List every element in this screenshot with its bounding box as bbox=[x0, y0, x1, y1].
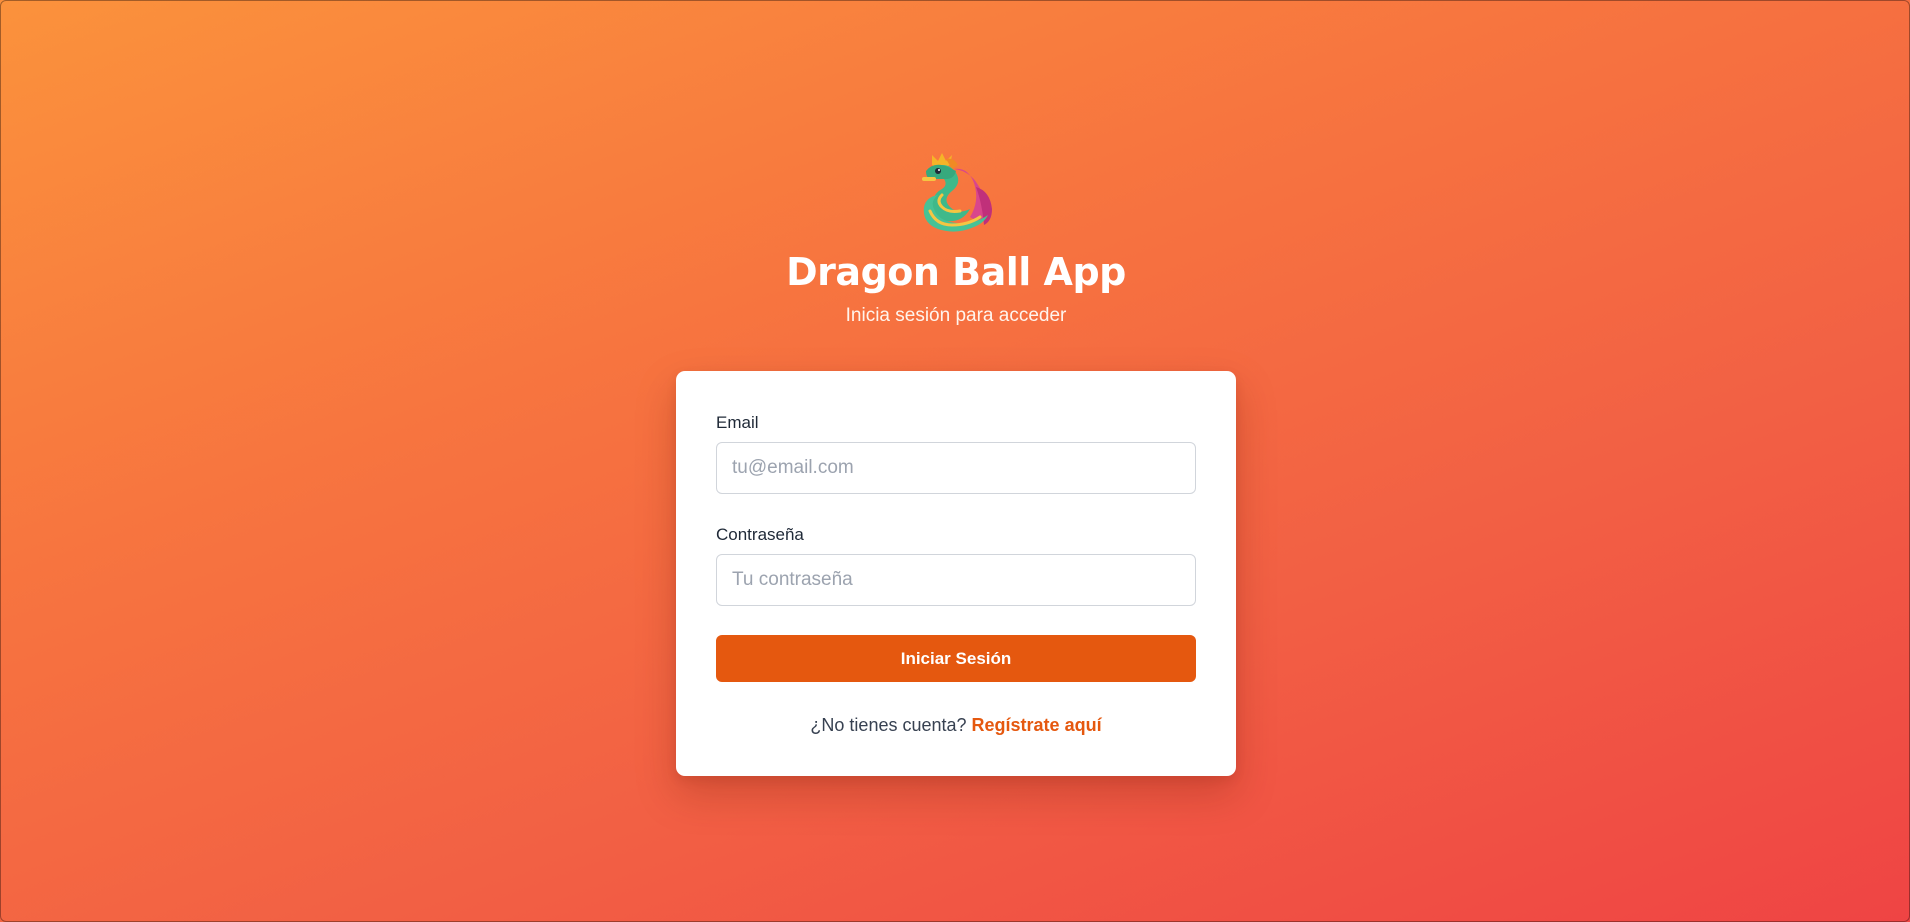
signup-link[interactable]: Regístrate aquí bbox=[972, 715, 1102, 735]
password-label: Contraseña bbox=[716, 525, 804, 544]
password-input[interactable] bbox=[716, 554, 1196, 606]
login-card: Email Contraseña Iniciar Sesión ¿No tien… bbox=[676, 371, 1236, 776]
login-button[interactable]: Iniciar Sesión bbox=[716, 635, 1196, 682]
app-title: Dragon Ball App bbox=[786, 250, 1126, 294]
login-subtitle: Inicia sesión para acceder bbox=[845, 305, 1067, 326]
dragon-icon bbox=[922, 153, 992, 232]
email-field-group: Email bbox=[716, 413, 1196, 494]
password-field-group: Contraseña bbox=[716, 525, 1196, 606]
signup-prompt: ¿No tienes cuenta? Regístrate aquí bbox=[716, 715, 1196, 736]
login-header: Dragon Ball App Inicia sesión para acced… bbox=[1, 151, 1910, 329]
email-label: Email bbox=[716, 413, 759, 432]
signup-question: ¿No tienes cuenta? bbox=[810, 715, 967, 735]
login-page: Dragon Ball App Inicia sesión para acced… bbox=[0, 0, 1910, 922]
email-input[interactable] bbox=[716, 442, 1196, 494]
